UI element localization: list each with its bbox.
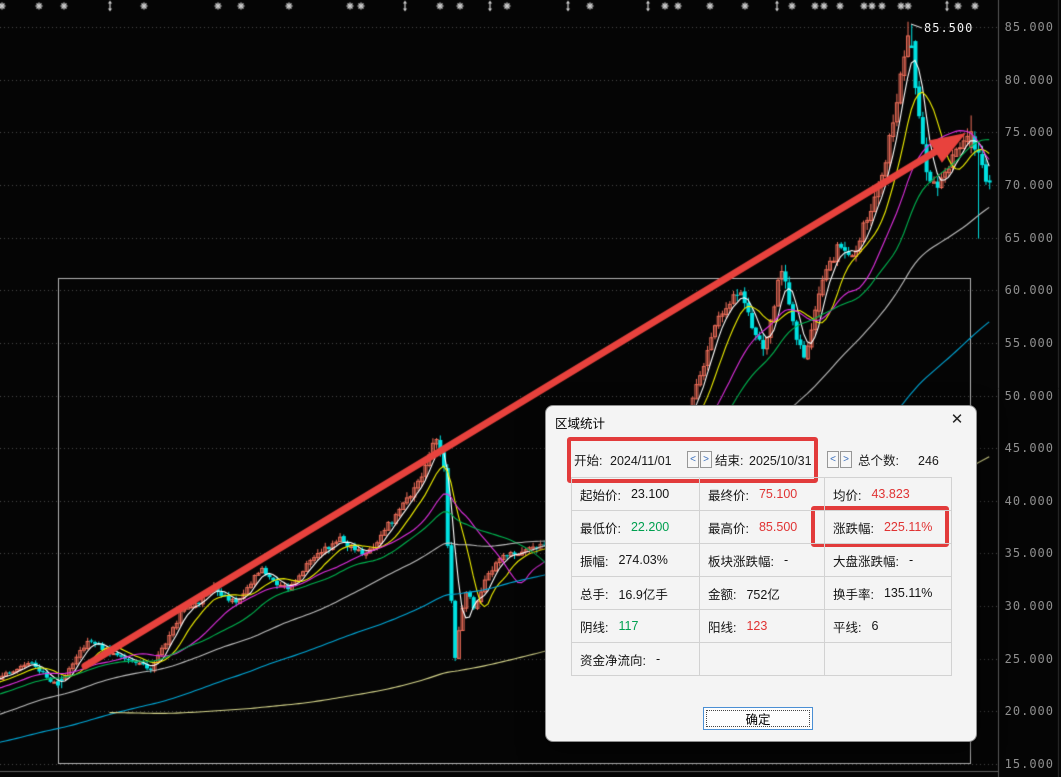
table-row: 振幅: 274.03% 板块涨跌幅: - 大盘涨跌幅: - [572,544,952,577]
stat-value: 6 [871,619,879,633]
stat-label: 最高价: [708,521,749,536]
y-axis-label: 35.000 [1004,546,1054,561]
stat-value: - [908,553,914,567]
table-row: 起始价: 23.100 最终价: 75.100 均价: 43.823 [572,478,952,511]
y-axis-label: 45.000 [1004,441,1054,456]
y-axis-label: 75.000 [1004,125,1054,140]
stat-value: 752亿 [746,587,780,602]
table-row: 总手: 16.9亿手 金额: 752亿 换手率: 135.11% [572,577,952,610]
dialog-title: 区域统计 [555,417,606,431]
stat-label: 金额: [708,587,737,602]
total-count-value: 246 [918,454,939,468]
start-date-value: 2024/11/01 [610,454,672,468]
stat-label: 最低价: [580,521,621,536]
stat-label: 起始价: [580,488,621,503]
start-date-label: 开始: [574,454,603,468]
y-axis-label: 85.000 [1004,20,1054,34]
y-axis-label: 70.000 [1004,177,1054,192]
ok-button[interactable]: 确定 [703,707,813,730]
stat-label: 阴线: [580,620,609,635]
y-axis-label: 60.000 [1004,283,1054,298]
stat-label: 均价: [833,488,862,503]
stat-label: 涨跌幅: [833,521,874,536]
y-axis-label: 20.000 [1004,704,1054,719]
y-axis-label: 30.000 [1004,599,1054,614]
start-date-prev-button[interactable]: < [687,451,699,468]
stat-value: 117 [618,619,639,633]
y-axis-label: 50.000 [1004,388,1054,403]
stat-value: - [783,553,789,567]
table-row: 资金净流向: - [572,643,952,676]
statistics-table: 起始价: 23.100 最终价: 75.100 均价: 43.823 最低价: 22.2… [571,477,952,676]
stat-label: 阳线: [708,620,737,635]
stat-label: 振幅: [580,554,609,569]
y-axis-label: 55.000 [1004,335,1054,350]
total-count-label: 总个数: [858,454,899,468]
stat-value: 274.03% [618,553,668,567]
table-row: 阴线: 117 阳线: 123 平线: 6 [572,610,952,643]
table-row: 最低价: 22.200 最高价: 85.500 涨跌幅: 225.11% [572,511,952,544]
area-statistics-dialog: 区域统计 ✕ 开始: 2024/11/01 < > 结束: 2025/10/31… [545,405,977,742]
stat-value: 16.9亿手 [618,587,668,602]
stat-value: 22.200 [630,520,670,534]
stat-label: 大盘涨跌幅: [833,554,899,569]
close-icon[interactable]: ✕ [947,410,967,430]
stat-value: 225.11% [883,520,933,534]
end-date-prev-button[interactable]: < [827,451,839,468]
peak-price-annotation: 85.500 [924,21,974,35]
y-axis-label: 15.000 [1004,757,1054,771]
stat-label: 总手: [580,587,609,602]
stat-label: 平线: [833,620,862,635]
end-date-value: 2025/10/31 [749,454,812,468]
stat-value: 23.100 [630,487,670,501]
y-axis-label: 40.000 [1004,493,1054,508]
stat-value: 85.500 [758,520,798,534]
y-axis-label: 80.000 [1004,72,1054,87]
stat-label: 换手率: [833,587,874,602]
end-date-label: 结束: [715,454,744,468]
stat-value: 123 [746,619,768,633]
stat-value: - [655,652,661,666]
y-axis-label: 65.000 [1004,230,1054,245]
stat-label: 板块涨跌幅: [708,554,774,569]
trading-app-window: 85.000 80.000 75.000 70.000 65.000 60.000 55.0… [0,0,1061,777]
end-date-next-button[interactable]: > [840,451,852,468]
stat-value: 43.823 [871,487,910,501]
y-axis-label: 25.000 [1004,651,1054,666]
stat-value: 75.100 [758,487,798,501]
stat-value: 135.11% [883,586,933,600]
stat-label: 最终价: [708,488,749,503]
start-date-next-button[interactable]: > [700,451,712,468]
stat-label: 资金净流向: [580,653,646,668]
